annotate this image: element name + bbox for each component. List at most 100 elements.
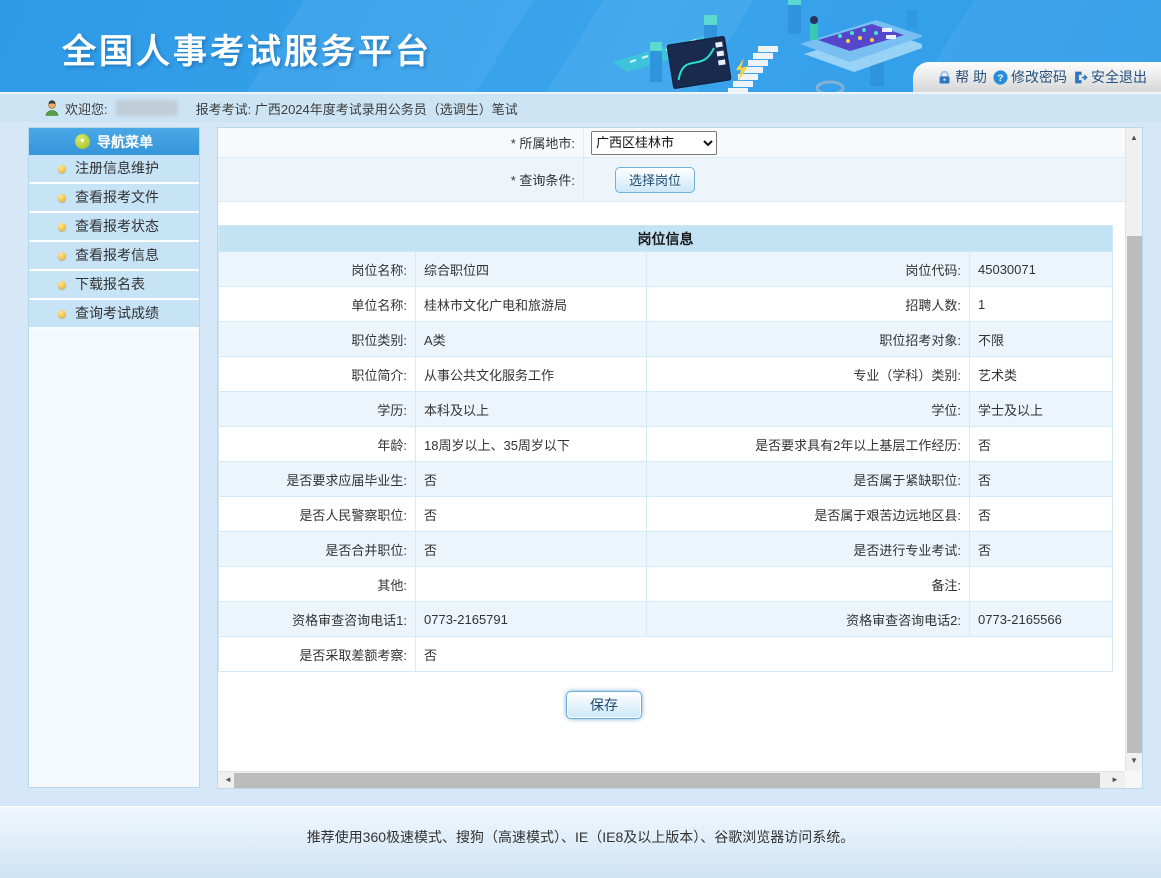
row-value: 否 — [970, 427, 1112, 461]
sidebar-title: 导航菜单 — [97, 132, 153, 152]
row-value: 不限 — [970, 322, 1112, 356]
chevron-down-icon: ▼ — [75, 134, 90, 149]
query-label: * 查询条件: — [218, 158, 584, 201]
row-label: 资格审查咨询电话1: — [219, 602, 416, 636]
row-label: 是否属于紧缺职位: — [647, 462, 970, 496]
form-row-query: * 查询条件: 选择岗位 — [218, 158, 1125, 202]
sidebar: ▼ 导航菜单 注册信息维护 查看报考文件 查看报考状态 查看报考信息 下载报名表… — [28, 127, 200, 788]
change-password-label: 修改密码 — [1011, 67, 1067, 87]
sidebar-item-label: 查看报考文件 — [75, 183, 159, 212]
bullet-icon — [58, 223, 66, 231]
row-label: 专业（学科）类别: — [647, 357, 970, 391]
row-label: 是否进行专业考试: — [647, 532, 970, 566]
sidebar-item-register-info[interactable]: 注册信息维护 — [29, 155, 199, 184]
user-icon — [44, 100, 60, 117]
help-label: 帮 助 — [955, 67, 987, 87]
row-label: 是否要求应届毕业生: — [219, 462, 416, 496]
sidebar-item-view-exam-files[interactable]: 查看报考文件 — [29, 184, 199, 213]
row-label: 岗位代码: — [647, 252, 970, 286]
bullet-icon — [58, 194, 66, 202]
exit-icon — [1073, 70, 1088, 85]
table-title: 岗位信息 — [219, 226, 1112, 252]
row-label: 职位类别: — [219, 322, 416, 356]
row-value: A类 — [416, 322, 647, 356]
header-illustration — [612, 0, 922, 92]
row-label: 年龄: — [219, 427, 416, 461]
sidebar-item-label: 查看报考信息 — [75, 241, 159, 270]
sidebar-item-view-apply-status[interactable]: 查看报考状态 — [29, 213, 199, 242]
row-label: 是否人民警察职位: — [219, 497, 416, 531]
table-row: 是否合并职位: 否 是否进行专业考试: 否 — [219, 532, 1112, 567]
scroll-down-icon[interactable]: ▼ — [1126, 753, 1142, 769]
bullet-icon — [58, 252, 66, 260]
sidebar-header: ▼ 导航菜单 — [29, 128, 199, 155]
row-value: 18周岁以上、35周岁以下 — [416, 427, 647, 461]
row-label: 是否合并职位: — [219, 532, 416, 566]
row-label: 是否采取差额考察: — [219, 637, 416, 671]
header: 全国人事考试服务平台 帮 助 ? 修改密码 安全退出 — [0, 0, 1161, 92]
row-value: 否 — [416, 532, 647, 566]
sidebar-item-label: 查看报考状态 — [75, 212, 159, 241]
row-label: 招聘人数: — [647, 287, 970, 321]
row-label: 资格审查咨询电话2: — [647, 602, 970, 636]
table-row: 职位类别: A类 职位招考对象: 不限 — [219, 322, 1112, 357]
bullet-icon — [58, 281, 66, 289]
save-button[interactable]: 保存 — [566, 691, 642, 719]
table-row: 是否要求应届毕业生: 否 是否属于紧缺职位: 否 — [219, 462, 1112, 497]
svg-text:?: ? — [998, 72, 1004, 83]
row-label: 学位: — [647, 392, 970, 426]
row-value — [970, 567, 1112, 601]
welcome-bar: 欢迎您: 报考考试: 广西2024年度考试录用公务员（选调生）笔试 — [0, 92, 1161, 122]
page: 全国人事考试服务平台 帮 助 ? 修改密码 安全退出 — [0, 0, 1161, 878]
table-row: 职位简介: 从事公共文化服务工作 专业（学科）类别: 艺术类 — [219, 357, 1112, 392]
row-value: 否 — [416, 637, 1112, 671]
footer-text: 推荐使用360极速模式、搜狗（高速模式）、IE（IE8及以上版本）、谷歌浏览器访… — [0, 827, 1161, 847]
position-table: 岗位信息 岗位名称: 综合职位四 岗位代码: 45030071 单位名称: 桂林… — [218, 225, 1113, 672]
vertical-scrollbar[interactable]: ▲ ▼ — [1125, 128, 1142, 771]
table-row: 其他: 备注: — [219, 567, 1112, 602]
scrollbar-corner — [1125, 771, 1142, 788]
lock-icon — [937, 70, 952, 85]
table-row: 单位名称: 桂林市文化广电和旅游局 招聘人数: 1 — [219, 287, 1112, 322]
vertical-scrollbar-thumb[interactable] — [1127, 236, 1142, 753]
logout-link[interactable]: 安全退出 — [1073, 67, 1147, 87]
row-label: 岗位名称: — [219, 252, 416, 286]
city-select[interactable]: 广西区桂林市 — [591, 131, 717, 155]
scroll-right-icon[interactable]: ► — [1107, 772, 1123, 788]
row-value: 0773-2165566 — [970, 602, 1112, 636]
row-value: 学士及以上 — [970, 392, 1112, 426]
row-value: 0773-2165791 — [416, 602, 647, 636]
row-label: 职位招考对象: — [647, 322, 970, 356]
help-link[interactable]: 帮 助 — [937, 67, 987, 87]
row-label: 其他: — [219, 567, 416, 601]
scroll-up-icon[interactable]: ▲ — [1126, 130, 1142, 146]
table-row: 资格审查咨询电话1: 0773-2165791 资格审查咨询电话2: 0773-… — [219, 602, 1112, 637]
table-row: 岗位名称: 综合职位四 岗位代码: 45030071 — [219, 252, 1112, 287]
table-row: 年龄: 18周岁以上、35周岁以下 是否要求具有2年以上基层工作经历: 否 — [219, 427, 1112, 462]
row-value: 桂林市文化广电和旅游局 — [416, 287, 647, 321]
row-value: 艺术类 — [970, 357, 1112, 391]
sidebar-item-label: 注册信息维护 — [75, 154, 159, 183]
sidebar-item-query-scores[interactable]: 查询考试成绩 — [29, 300, 199, 329]
content-area: * 所属地市: 广西区桂林市 * 查询条件: 选择岗位 岗位信息 岗位名称: 综… — [218, 128, 1125, 771]
horizontal-scrollbar[interactable]: ◄ ► — [218, 771, 1125, 788]
row-value: 本科及以上 — [416, 392, 647, 426]
row-value — [416, 567, 647, 601]
table-row: 是否人民警察职位: 否 是否属于艰苦边远地区县: 否 — [219, 497, 1112, 532]
form-row-city: * 所属地市: 广西区桂林市 — [218, 128, 1125, 158]
welcome-label: 欢迎您: — [65, 99, 108, 118]
horizontal-scrollbar-thumb[interactable] — [234, 773, 1100, 788]
change-password-link[interactable]: ? 修改密码 — [993, 67, 1067, 87]
select-post-button[interactable]: 选择岗位 — [615, 167, 695, 193]
content-panel: * 所属地市: 广西区桂林市 * 查询条件: 选择岗位 岗位信息 岗位名称: 综… — [217, 127, 1143, 789]
row-label: 职位简介: — [219, 357, 416, 391]
row-value: 从事公共文化服务工作 — [416, 357, 647, 391]
row-value: 否 — [970, 532, 1112, 566]
row-value: 45030071 — [970, 252, 1112, 286]
table-row: 学历: 本科及以上 学位: 学士及以上 — [219, 392, 1112, 427]
row-label: 是否属于艰苦边远地区县: — [647, 497, 970, 531]
sidebar-item-label: 下载报名表 — [75, 270, 145, 299]
sidebar-item-view-apply-info[interactable]: 查看报考信息 — [29, 242, 199, 271]
sidebar-item-download-form[interactable]: 下载报名表 — [29, 271, 199, 300]
row-label: 备注: — [647, 567, 970, 601]
